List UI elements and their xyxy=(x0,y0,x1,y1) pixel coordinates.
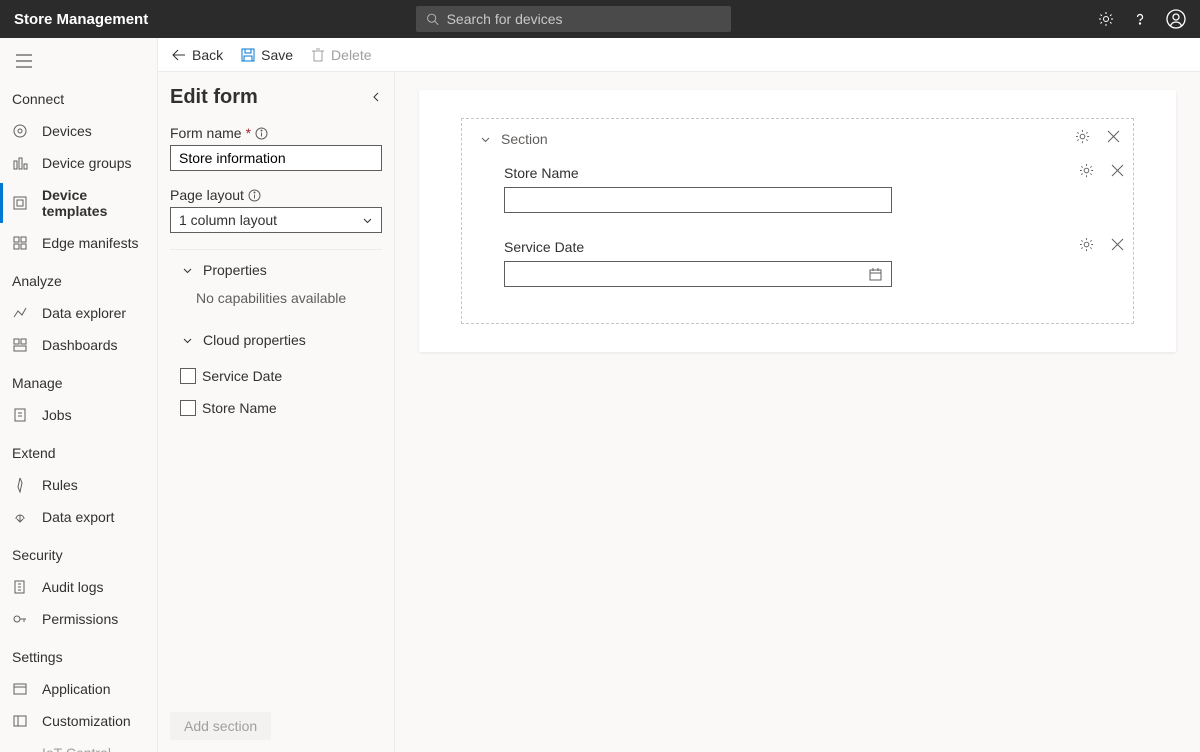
field-settings-icon[interactable] xyxy=(1079,237,1094,252)
chevron-down-icon[interactable] xyxy=(480,134,491,145)
form-section[interactable]: Section Store Name xyxy=(461,118,1134,324)
cloud-properties-section-header[interactable]: Cloud properties xyxy=(170,320,382,360)
sidebar-group-connect: Connect xyxy=(0,83,157,115)
chevron-down-icon xyxy=(182,335,193,346)
jobs-icon xyxy=(12,407,28,423)
sidebar-item-permissions[interactable]: Permissions xyxy=(0,603,157,635)
save-button[interactable]: Save xyxy=(241,47,293,63)
edge-manifests-icon xyxy=(12,235,28,251)
sidebar-item-edge-manifests[interactable]: Edge manifests xyxy=(0,227,157,259)
info-icon[interactable] xyxy=(248,189,261,202)
save-icon xyxy=(241,48,255,62)
form-name-label: Form name * xyxy=(170,125,382,141)
toolbar: Back Save Delete xyxy=(158,38,1200,72)
field-store-name[interactable]: Store Name xyxy=(504,165,1115,213)
sidebar-group-settings: Settings xyxy=(0,641,157,673)
sidebar-item-device-groups[interactable]: Device groups xyxy=(0,147,157,179)
chevron-down-icon xyxy=(182,265,193,276)
sidebar-item-data-explorer[interactable]: Data explorer xyxy=(0,297,157,329)
data-explorer-icon xyxy=(12,305,28,321)
sidebar-item-data-export[interactable]: Data export xyxy=(0,501,157,533)
edit-panel-title: Edit form xyxy=(170,86,258,109)
data-export-icon xyxy=(12,509,28,525)
canvas: Section Store Name xyxy=(395,72,1200,752)
application-icon xyxy=(12,681,28,697)
checkbox-icon xyxy=(180,400,196,416)
info-icon[interactable] xyxy=(255,127,268,140)
sidebar: Connect Devices Device groups Device tem… xyxy=(0,38,158,752)
store-name-input[interactable] xyxy=(504,187,892,213)
add-section-button[interactable]: Add section xyxy=(170,712,271,740)
sidebar-item-jobs[interactable]: Jobs xyxy=(0,399,157,431)
sidebar-group-security: Security xyxy=(0,539,157,571)
field-remove-icon[interactable] xyxy=(1110,237,1125,252)
top-bar: Store Management xyxy=(0,0,1200,38)
sidebar-group-analyze: Analyze xyxy=(0,265,157,297)
section-title: Section xyxy=(501,131,548,147)
collapse-panel-button[interactable] xyxy=(370,90,382,106)
device-groups-icon xyxy=(12,155,28,171)
sidebar-group-extend: Extend xyxy=(0,437,157,469)
field-settings-icon[interactable] xyxy=(1079,163,1094,178)
audit-logs-icon xyxy=(12,579,28,595)
help-icon[interactable] xyxy=(1132,11,1148,27)
field-remove-icon[interactable] xyxy=(1110,163,1125,178)
hamburger-icon xyxy=(16,54,32,68)
rules-icon xyxy=(12,477,28,493)
account-icon[interactable] xyxy=(1166,9,1186,29)
service-date-input[interactable] xyxy=(504,261,892,287)
properties-section-header[interactable]: Properties xyxy=(170,250,382,290)
search-box[interactable] xyxy=(416,6,731,32)
sidebar-item-dashboards[interactable]: Dashboards xyxy=(0,329,157,361)
form-card: Section Store Name xyxy=(419,90,1176,352)
permissions-icon xyxy=(12,611,28,627)
form-name-input[interactable] xyxy=(170,145,382,171)
search-input[interactable] xyxy=(447,11,721,27)
sidebar-item-audit-logs[interactable]: Audit logs xyxy=(0,571,157,603)
page-layout-select[interactable]: 1 column layout xyxy=(170,207,382,233)
back-arrow-icon xyxy=(172,48,186,62)
hamburger-button[interactable] xyxy=(0,38,157,83)
customization-icon xyxy=(12,713,28,729)
field-label: Store Name xyxy=(504,165,1115,181)
back-button[interactable]: Back xyxy=(172,47,223,63)
checkbox-service-date[interactable]: Service Date xyxy=(170,360,382,392)
delete-button: Delete xyxy=(311,47,371,63)
page-layout-label: Page layout xyxy=(170,187,382,203)
calendar-icon[interactable] xyxy=(868,267,883,282)
section-remove-icon[interactable] xyxy=(1106,129,1121,144)
checkbox-icon xyxy=(180,368,196,384)
devices-icon xyxy=(12,123,28,139)
sidebar-item-iot-central-home[interactable]: IoT Central Home xyxy=(0,737,157,752)
no-capabilities-text: No capabilities available xyxy=(170,290,382,320)
sidebar-item-devices[interactable]: Devices xyxy=(0,115,157,147)
sidebar-item-device-templates[interactable]: Device templates xyxy=(0,179,157,227)
delete-icon xyxy=(311,48,325,62)
section-settings-icon[interactable] xyxy=(1075,129,1090,144)
chevron-left-icon xyxy=(370,91,382,103)
search-icon xyxy=(426,12,439,26)
edit-panel: Edit form Form name * Page layout xyxy=(158,72,395,752)
device-templates-icon xyxy=(12,195,28,211)
checkbox-store-name[interactable]: Store Name xyxy=(170,392,382,424)
dashboards-icon xyxy=(12,337,28,353)
settings-icon[interactable] xyxy=(1098,11,1114,27)
sidebar-item-application[interactable]: Application xyxy=(0,673,157,705)
field-service-date[interactable]: Service Date xyxy=(504,239,1115,287)
sidebar-group-manage: Manage xyxy=(0,367,157,399)
sidebar-item-customization[interactable]: Customization xyxy=(0,705,157,737)
chevron-down-icon xyxy=(362,215,373,226)
sidebar-item-rules[interactable]: Rules xyxy=(0,469,157,501)
field-label: Service Date xyxy=(504,239,1115,255)
